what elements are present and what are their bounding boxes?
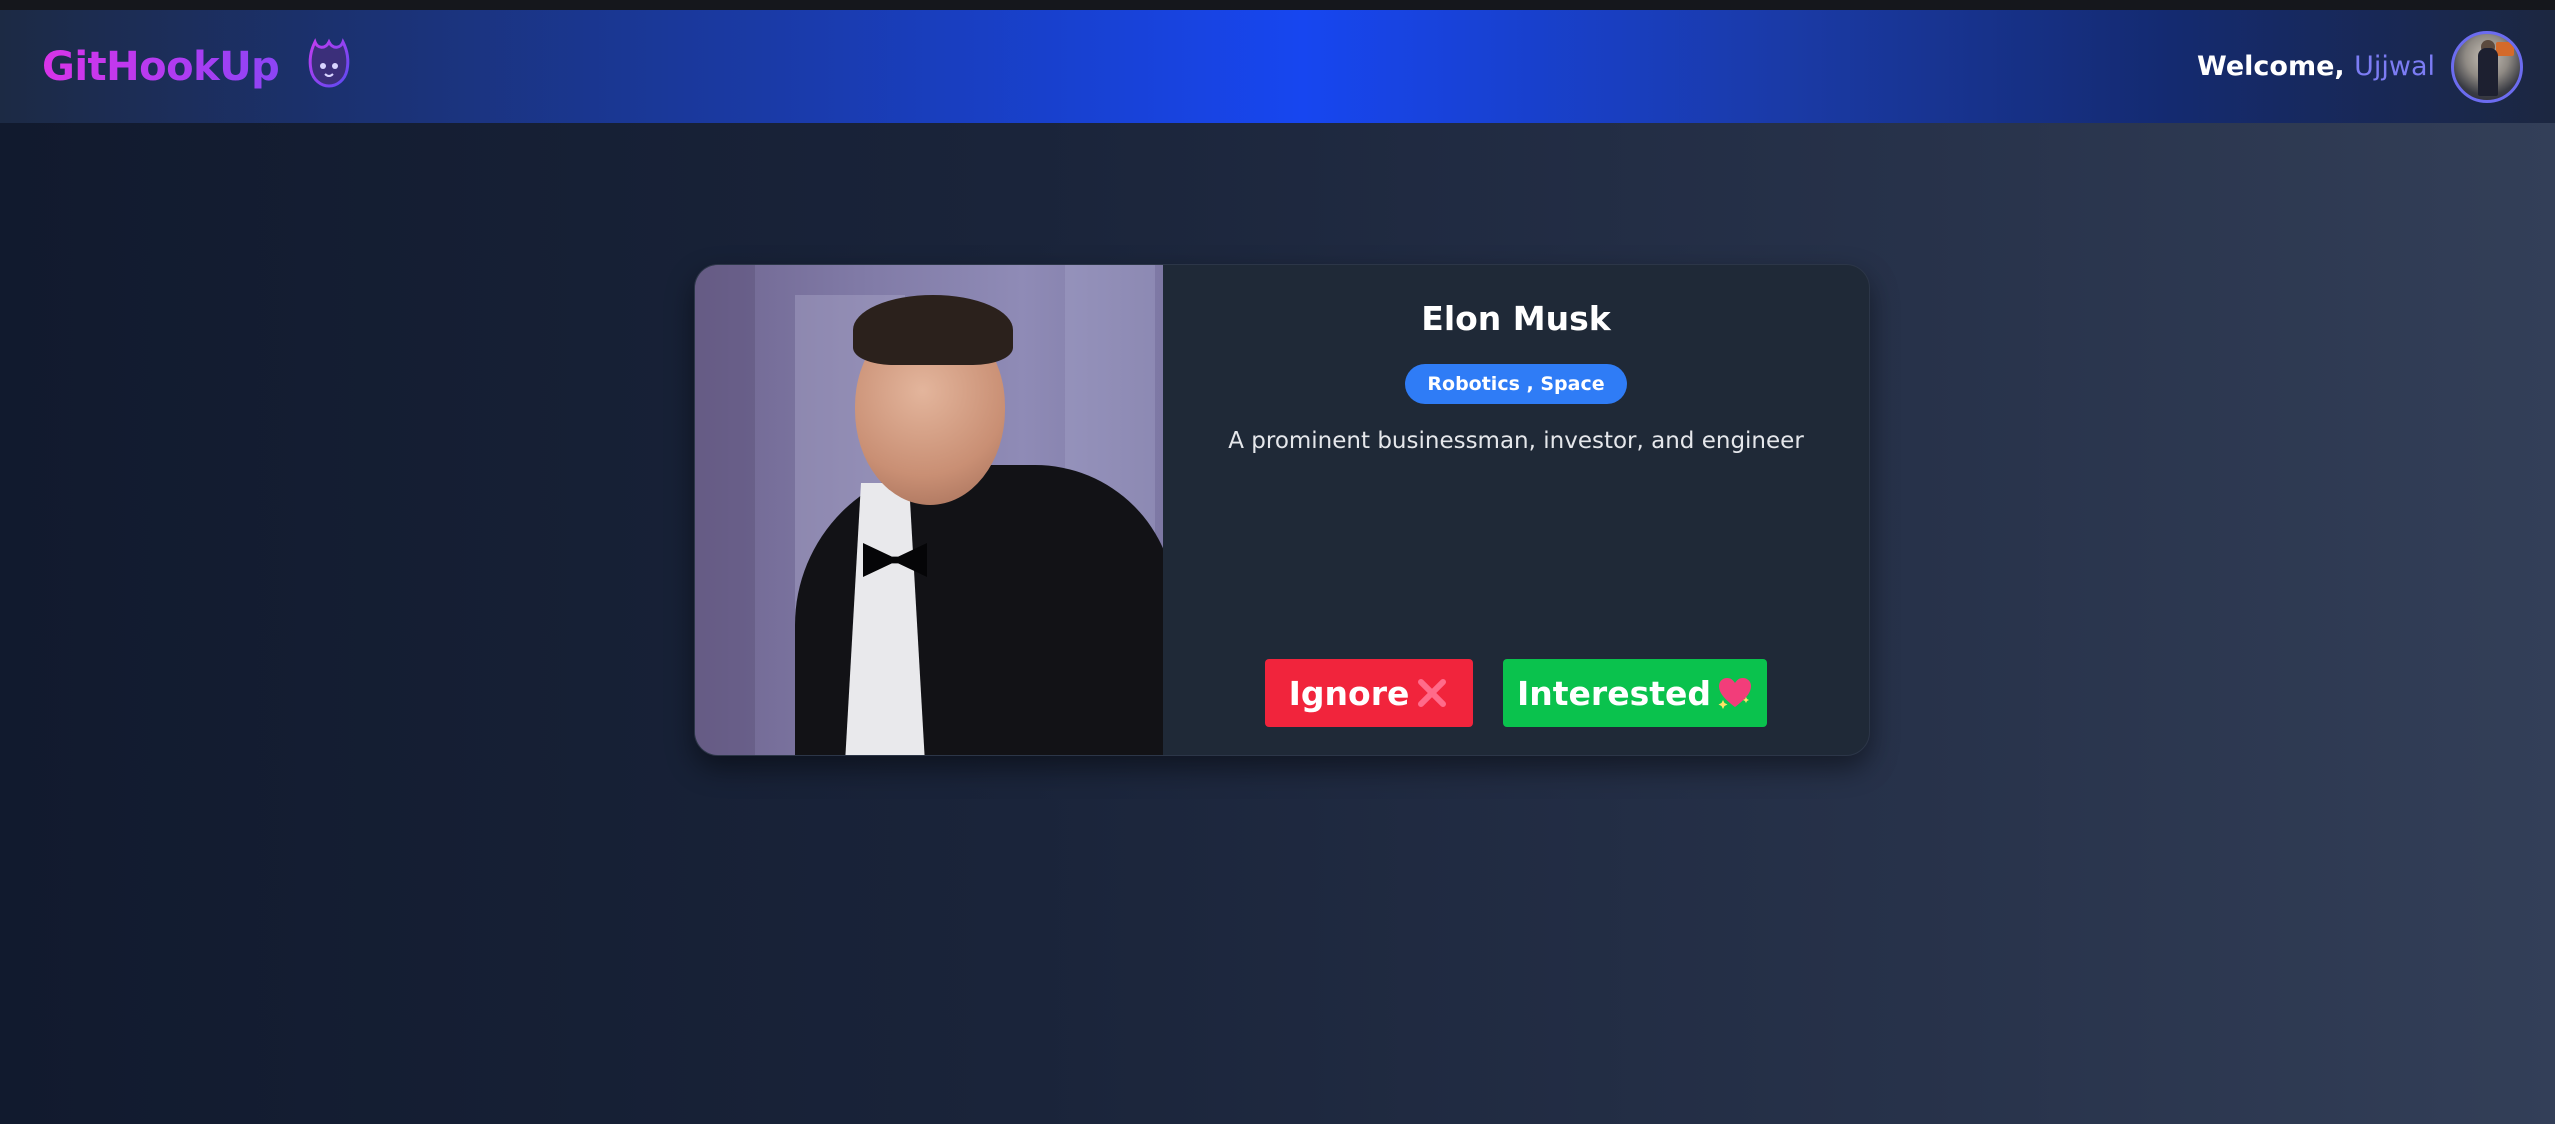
cross-mark-icon	[1415, 676, 1449, 710]
avatar-flag-shape	[2496, 41, 2514, 56]
photo-background-shade	[695, 265, 755, 755]
interested-button[interactable]: Interested	[1503, 659, 1767, 727]
flame-cat-icon	[305, 37, 353, 96]
avatar-figure-shape	[2478, 47, 2498, 96]
brand-name[interactable]: GitHookUp	[42, 44, 280, 90]
profile-name: Elon Musk	[1421, 299, 1611, 338]
navbar: GitHookUp Welcome, Ujjwal	[0, 10, 2555, 123]
sparkling-heart-icon	[1717, 676, 1753, 710]
profile-about: A prominent businessman, investor, and e…	[1228, 428, 1804, 454]
profile-photo	[695, 265, 1163, 755]
user-area: Welcome, Ujjwal	[2197, 30, 2523, 103]
user-avatar[interactable]	[2451, 30, 2523, 103]
interested-button-label: Interested	[1517, 673, 1712, 713]
skills-badge: Robotics , Space	[1405, 364, 1627, 404]
welcome-text: Welcome, Ujjwal	[2197, 51, 2435, 82]
profile-card: Elon Musk Robotics , Space A prominent b…	[694, 264, 1870, 756]
ignore-button[interactable]: Ignore	[1265, 659, 1473, 727]
welcome-prefix: Welcome,	[2197, 51, 2345, 82]
profile-info: Elon Musk Robotics , Space A prominent b…	[1163, 265, 1869, 755]
brand[interactable]: GitHookUp	[42, 37, 353, 96]
photo-hair-shape	[853, 295, 1013, 365]
action-buttons: Ignore Interested	[1163, 659, 1869, 727]
ignore-button-label: Ignore	[1288, 673, 1410, 713]
user-name: Ujjwal	[2354, 51, 2435, 82]
browser-top-strip	[0, 0, 2555, 10]
